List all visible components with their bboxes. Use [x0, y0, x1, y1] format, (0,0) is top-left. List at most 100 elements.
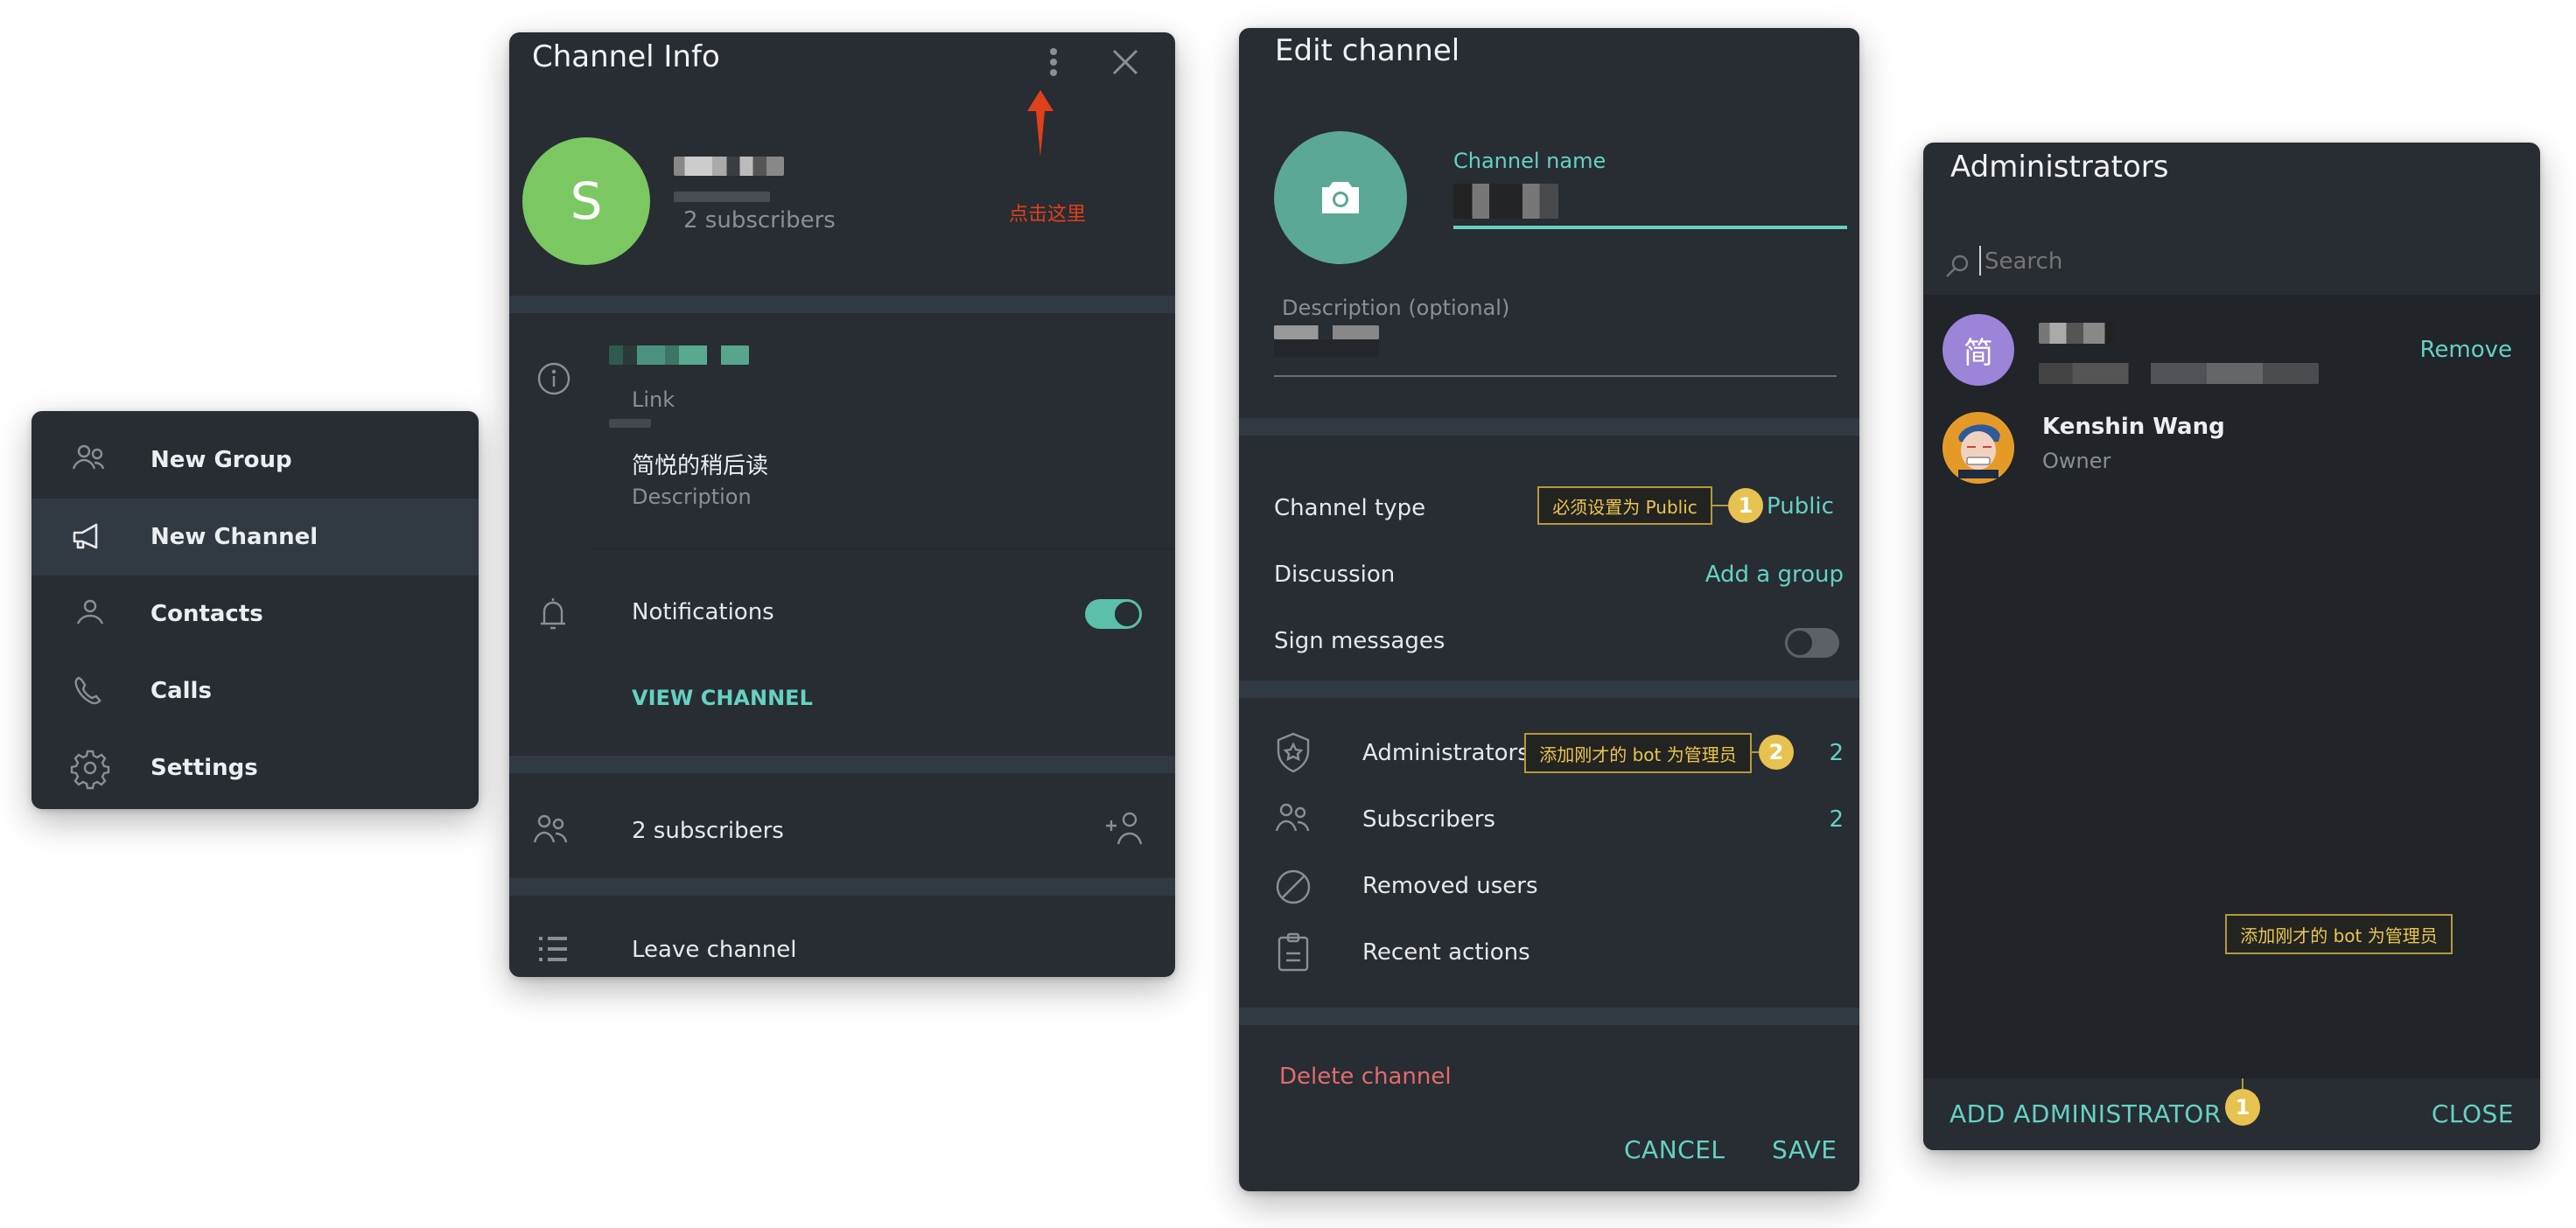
shield-star-icon — [1274, 731, 1312, 775]
leave-channel-row[interactable]: Leave channel — [509, 924, 1175, 977]
channel-info-panel: Channel Info 点击这里 S 2 subscribers Link 简… — [509, 32, 1175, 977]
section-divider — [1239, 418, 1859, 436]
description-label: Description — [632, 485, 752, 509]
channel-link-redacted[interactable] — [609, 345, 749, 365]
member-avatar — [1942, 412, 2014, 484]
section-divider — [509, 296, 1175, 313]
sign-messages-row[interactable]: Sign messages — [1239, 616, 1859, 668]
discussion-row[interactable]: Discussion Add a group — [1239, 549, 1859, 602]
description-input[interactable] — [1274, 325, 1837, 378]
channel-type-value[interactable]: Public — [1767, 493, 1834, 520]
menu-item-label: Contacts — [150, 601, 263, 627]
annotation-connector — [2242, 1078, 2244, 1089]
channel-name-redacted — [674, 157, 784, 176]
avatar-letter: S — [570, 171, 603, 231]
toggle-knob — [1785, 628, 1815, 658]
input-underline — [1453, 226, 1847, 229]
annotation-connector — [1750, 751, 1759, 753]
bell-icon — [536, 596, 570, 632]
channel-avatar: S — [522, 137, 650, 265]
annotation-box: 必须设置为 Public — [1537, 486, 1712, 525]
channel-username-redacted — [674, 192, 770, 202]
recent-actions-row[interactable]: Recent actions — [1239, 927, 1859, 980]
sign-messages-toggle[interactable] — [1785, 628, 1839, 658]
notifications-toggle[interactable] — [1085, 599, 1142, 629]
member-name: Kenshin Wang — [2042, 414, 2225, 440]
subscribers-count: 2 — [1829, 806, 1844, 833]
description-label: Description (optional) — [1282, 296, 1510, 320]
view-channel-button[interactable]: VIEW CHANNEL — [632, 686, 813, 710]
channel-name-redacted — [1453, 184, 1558, 219]
dialog-footer: ADD ADMINISTRATOR 1 CLOSE — [1923, 1078, 2540, 1150]
close-button[interactable]: CLOSE — [2432, 1099, 2514, 1128]
close-icon[interactable] — [1110, 46, 1141, 78]
search-input[interactable] — [1983, 244, 2476, 279]
panel-title: Administrators — [1950, 150, 2169, 185]
annotation-box: 添加刚才的 bot 为管理员 — [2225, 914, 2453, 954]
section-divider — [509, 878, 1175, 896]
channel-name-label: Channel name — [1453, 149, 1606, 173]
administrators-row[interactable]: Administrators 添加刚才的 bot 为管理员 2 2 — [1239, 728, 1859, 780]
search-bar — [1923, 230, 2540, 295]
channel-photo-button[interactable] — [1274, 131, 1407, 264]
removed-users-label: Removed users — [1362, 873, 1538, 899]
administrators-count: 2 — [1829, 740, 1844, 766]
leave-channel-label: Leave channel — [632, 937, 797, 963]
subscribers-row[interactable]: 2 subscribers — [509, 802, 1175, 863]
subscribers-label: Subscribers — [1362, 806, 1495, 833]
annotation-click-here: 点击这里 — [1009, 204, 1087, 226]
menu-item-new-group[interactable]: New Group — [32, 422, 479, 499]
recent-actions-label: Recent actions — [1362, 939, 1530, 966]
block-icon — [1274, 868, 1312, 906]
row-divider — [592, 548, 1175, 549]
member-username-redacted — [2039, 363, 2319, 384]
person-icon — [66, 590, 114, 638]
link-extra-redacted — [609, 419, 651, 428]
menu-item-calls[interactable]: Calls — [32, 652, 479, 729]
subscribers-label: 2 subscribers — [632, 818, 784, 844]
notifications-row[interactable]: Notifications — [509, 585, 1175, 643]
menu-item-label: Calls — [150, 678, 212, 704]
save-button[interactable]: SAVE — [1772, 1135, 1838, 1164]
administrators-label: Administrators — [1362, 740, 1530, 766]
cancel-button[interactable]: CANCEL — [1624, 1135, 1726, 1164]
add-administrator-button[interactable]: ADD ADMINISTRATOR — [1950, 1099, 2222, 1128]
administrators-panel: Administrators 简 Remove — [1923, 143, 2540, 1150]
main-menu: New Group New Channel Contacts Calls Set… — [32, 411, 479, 809]
toggle-knob — [1112, 599, 1142, 629]
annotation-connector — [1711, 505, 1728, 506]
delete-channel-button[interactable]: Delete channel — [1279, 1064, 1452, 1090]
menu-item-new-channel[interactable]: New Channel — [32, 499, 479, 576]
description-redacted — [1274, 325, 1379, 339]
section-divider — [1239, 1008, 1859, 1025]
search-icon — [1944, 253, 1970, 279]
subscribers-row[interactable]: Subscribers 2 — [1239, 794, 1859, 847]
description-redacted-2 — [1274, 339, 1379, 357]
member-role: Owner — [2042, 449, 2111, 473]
sign-messages-label: Sign messages — [1274, 628, 1446, 654]
text-cursor — [1979, 246, 1981, 276]
menu-item-label: Settings — [150, 755, 258, 781]
annotation-step-badge: 2 — [1759, 735, 1794, 770]
more-options-icon[interactable] — [1045, 45, 1062, 80]
avatar-letter: 简 — [1964, 335, 1993, 371]
channel-name-input[interactable] — [1453, 177, 1847, 229]
discussion-label: Discussion — [1274, 562, 1396, 588]
add-user-icon[interactable] — [1104, 811, 1146, 848]
list-icon — [537, 933, 572, 965]
menu-item-contacts[interactable]: Contacts — [32, 576, 479, 652]
channel-type-label: Channel type — [1274, 495, 1426, 521]
add-group-link[interactable]: Add a group — [1705, 562, 1844, 588]
input-underline — [1274, 375, 1837, 377]
removed-users-row[interactable]: Removed users — [1239, 861, 1859, 913]
menu-item-settings[interactable]: Settings — [32, 729, 479, 806]
owner-avatar-illustration — [1943, 413, 2013, 483]
admin-list-item[interactable]: 简 Remove — [1923, 304, 2540, 394]
admin-list-item[interactable]: Kenshin Wang Owner — [1923, 403, 2540, 494]
channel-type-row[interactable]: Channel type 必须设置为 Public 1 Public — [1239, 483, 1859, 535]
member-name-redacted — [2039, 323, 2116, 344]
megaphone-icon — [66, 513, 114, 561]
remove-admin-button[interactable]: Remove — [2419, 337, 2512, 363]
group-icon — [66, 436, 114, 484]
menu-item-label: New Channel — [150, 524, 318, 550]
